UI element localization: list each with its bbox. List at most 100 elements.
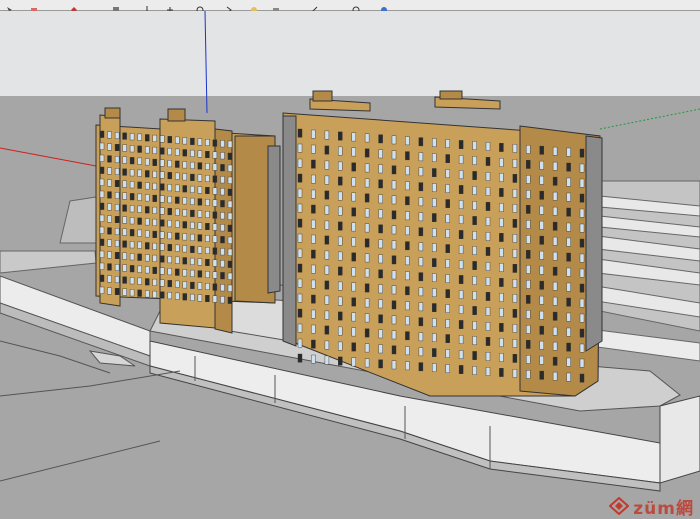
window — [338, 131, 343, 141]
window — [182, 233, 188, 241]
window — [579, 283, 585, 293]
window — [197, 174, 203, 182]
window — [445, 319, 450, 329]
window — [552, 326, 558, 336]
window — [458, 230, 464, 239]
window — [129, 241, 135, 249]
window — [526, 280, 531, 289]
window — [114, 179, 120, 187]
push-pull-icon[interactable] — [143, 1, 151, 14]
window — [552, 296, 558, 306]
rotate-tool-icon[interactable] — [196, 1, 204, 14]
window — [227, 224, 233, 232]
window — [122, 228, 127, 236]
3d-viewport[interactable]: züm網 — [0, 11, 700, 519]
window — [324, 205, 330, 215]
eraser-tool-icon[interactable] — [30, 1, 38, 12]
zoom-tool-icon[interactable] — [310, 1, 318, 14]
zoom-extents-icon[interactable] — [352, 1, 360, 14]
window — [159, 219, 165, 227]
move-tool-icon[interactable] — [166, 1, 174, 13]
window — [107, 239, 112, 247]
watermark: züm網 — [609, 495, 694, 519]
window — [499, 368, 504, 377]
window — [512, 203, 518, 213]
window — [351, 312, 356, 322]
window — [220, 284, 225, 292]
window — [338, 296, 343, 306]
window — [144, 194, 150, 202]
window — [205, 234, 210, 242]
logo-icon — [609, 497, 630, 515]
window — [167, 292, 173, 300]
window — [159, 243, 165, 251]
window — [499, 143, 504, 152]
window — [190, 233, 195, 241]
window — [99, 214, 105, 222]
window — [220, 164, 225, 172]
window — [227, 140, 233, 148]
window — [311, 144, 316, 154]
window — [324, 325, 330, 335]
window — [311, 189, 316, 199]
window — [405, 226, 410, 236]
orbit-tool-icon[interactable] — [250, 1, 258, 13]
window — [418, 257, 424, 267]
window — [445, 304, 450, 314]
offset-tool-icon[interactable] — [225, 1, 233, 14]
window — [182, 221, 188, 229]
window — [579, 148, 585, 158]
window — [338, 176, 343, 186]
window — [378, 239, 383, 249]
window — [405, 241, 410, 251]
window — [552, 236, 558, 246]
pan-tool-icon[interactable] — [272, 1, 280, 13]
window — [297, 158, 303, 168]
window — [324, 250, 330, 260]
window — [144, 266, 150, 274]
line-tool-icon[interactable] — [112, 1, 120, 13]
window — [220, 140, 225, 148]
window — [539, 340, 544, 350]
window — [405, 196, 410, 206]
window — [114, 215, 120, 223]
window — [432, 213, 437, 223]
window — [175, 208, 180, 216]
window — [152, 230, 157, 238]
window — [152, 158, 157, 166]
window — [432, 198, 437, 208]
window — [205, 150, 210, 158]
window — [364, 343, 370, 353]
window — [338, 266, 343, 276]
window — [539, 220, 544, 230]
walk-tool-icon[interactable] — [380, 1, 388, 13]
select-tool-icon[interactable] — [6, 1, 14, 11]
window — [129, 265, 135, 273]
window — [190, 221, 195, 229]
window — [212, 271, 218, 279]
model-scene[interactable] — [0, 11, 700, 519]
window — [137, 229, 142, 237]
apartment-building-right[interactable] — [282, 90, 603, 397]
window — [220, 212, 225, 220]
window — [205, 271, 210, 279]
window — [297, 188, 303, 198]
window — [190, 185, 195, 193]
window — [445, 199, 450, 209]
window — [122, 288, 127, 296]
window — [526, 159, 531, 169]
window — [137, 181, 142, 189]
window — [190, 245, 195, 253]
window — [552, 266, 558, 276]
window — [512, 324, 518, 333]
window — [212, 283, 218, 291]
window — [129, 289, 135, 297]
window — [364, 133, 370, 143]
window — [197, 270, 203, 278]
window — [99, 238, 105, 246]
paint-bucket-icon[interactable] — [70, 1, 78, 13]
window — [190, 257, 195, 265]
window — [566, 147, 571, 157]
window — [364, 253, 370, 263]
window — [159, 279, 165, 287]
